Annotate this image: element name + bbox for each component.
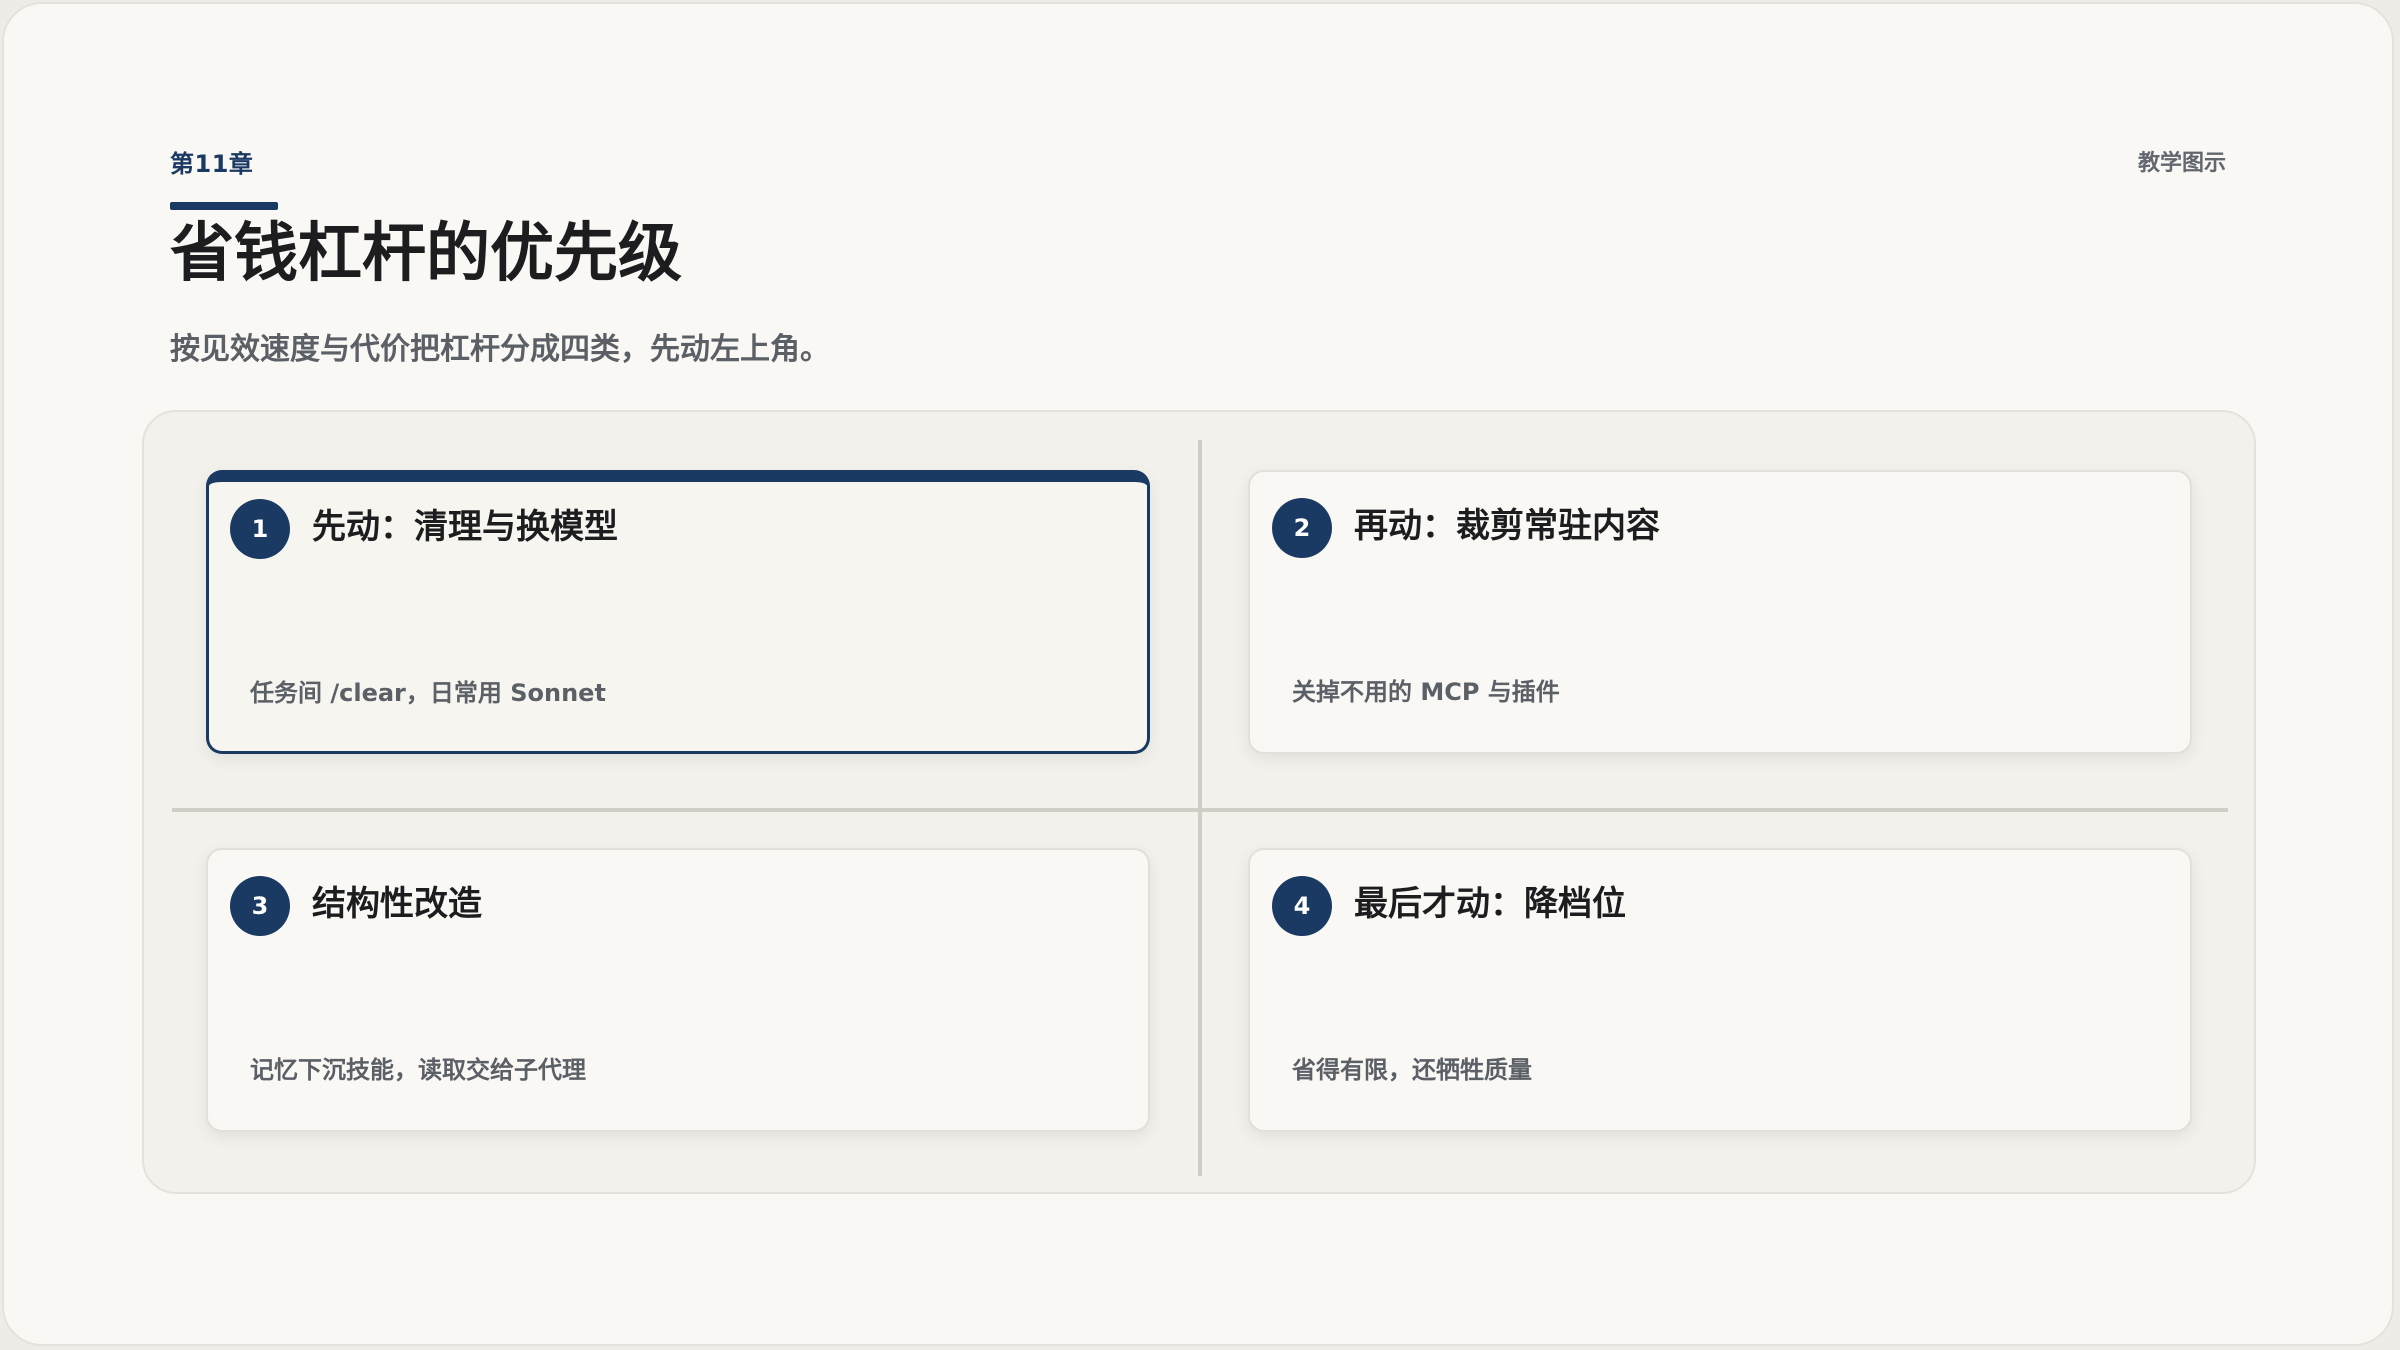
horizontal-axis-divider: [172, 808, 2228, 812]
quadrant-number-badge: 1: [230, 499, 290, 559]
quadrant-description: 省得有限，还牺牲质量: [1292, 1056, 1532, 1084]
quadrant-card-2: 2 再动：裁剪常驻内容 关掉不用的 MCP 与插件: [1248, 470, 2192, 754]
quadrant-card-4: 4 最后才动：降档位 省得有限，还牺牲质量: [1248, 848, 2192, 1132]
quadrant-description: 记忆下沉技能，读取交给子代理: [250, 1056, 586, 1084]
quadrant-title: 再动：裁剪常驻内容: [1354, 506, 1660, 546]
title-accent-bar: [170, 202, 278, 210]
page-subtitle: 按见效速度与代价把杠杆分成四类，先动左上角。: [170, 332, 830, 367]
quadrant-card-3: 3 结构性改造 记忆下沉技能，读取交给子代理: [206, 848, 1150, 1132]
figure-tag: 教学图示: [2137, 151, 2226, 176]
quadrant-card-1: 1 先动：清理与换模型 任务间 /clear，日常用 Sonnet: [206, 470, 1150, 754]
quadrant-number-badge: 4: [1272, 876, 1332, 936]
page-title: 省钱杠杆的优先级: [170, 217, 682, 291]
quadrant-description: 关掉不用的 MCP 与插件: [1292, 678, 1560, 706]
quadrant-title: 结构性改造: [312, 884, 482, 924]
quadrant-number-badge: 3: [230, 876, 290, 936]
chapter-label: 第11章: [170, 150, 254, 178]
quadrant-title: 先动：清理与换模型: [312, 507, 618, 547]
quadrant-title: 最后才动：降档位: [1354, 884, 1626, 924]
quadrant-description: 任务间 /clear，日常用 Sonnet: [250, 679, 606, 707]
quadrant-number-badge: 2: [1272, 498, 1332, 558]
